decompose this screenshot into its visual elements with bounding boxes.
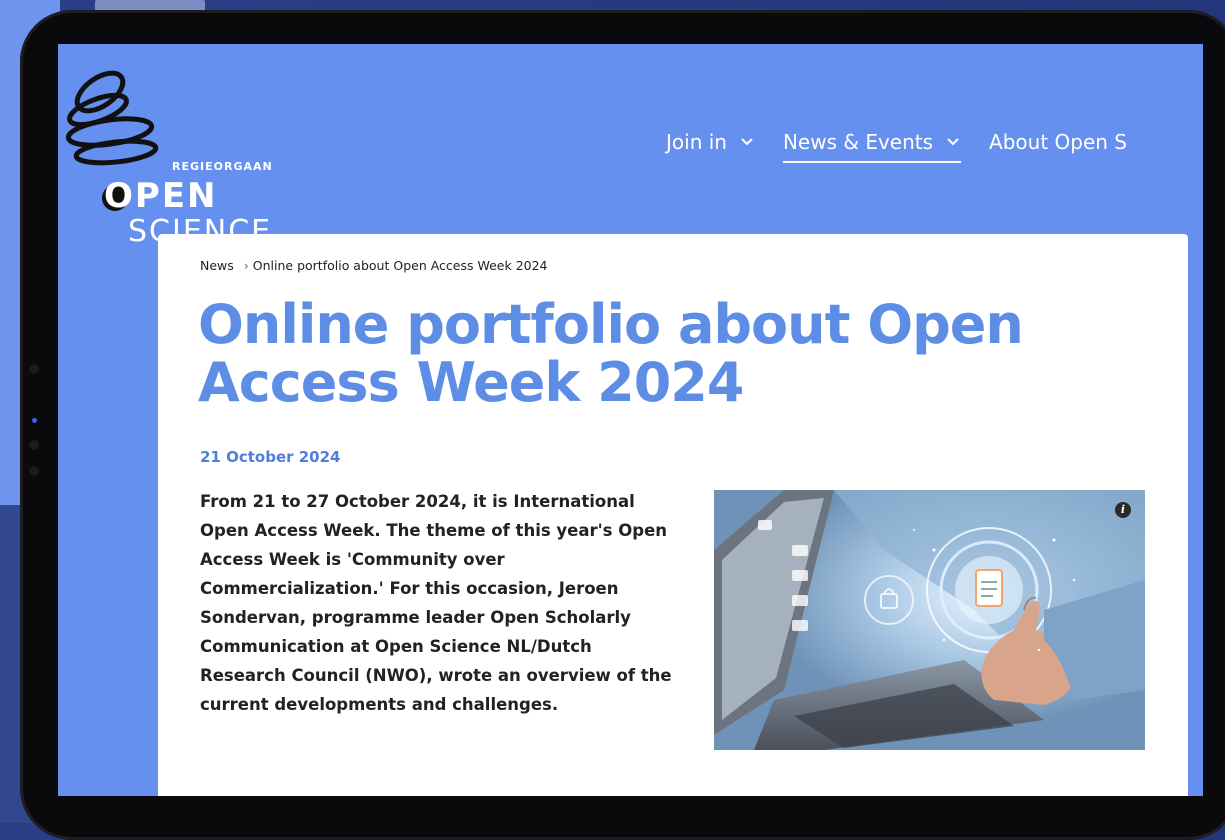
tablet-button [29,364,39,374]
tablet-button [29,466,39,476]
nav-news-events[interactable]: News & Events [782,130,962,163]
nav-label: Join in [666,130,727,154]
main-nav: Join in News & Events About Open S [666,130,1127,163]
article-date: 21 October 2024 [200,448,341,466]
nav-join-in[interactable]: Join in [666,130,753,160]
tablet-button [29,440,39,450]
tablet-screen: REGIEORGAAN OPEN SCIENCE Join in News & … [58,44,1203,796]
logo-swirl-icon [65,70,159,166]
article-image[interactable]: i [714,490,1145,750]
tablet-indicator [32,418,37,423]
nav-about-open-science[interactable]: About Open S [989,130,1127,160]
nav-label: About Open S [989,130,1128,154]
breadcrumb-separator: › [243,258,249,273]
chevron-down-icon [947,138,959,146]
nav-label: News & Events [782,130,934,154]
breadcrumb-current: Online portfolio about Open Access Week … [252,258,548,273]
article-card: News › Online portfolio about Open Acces… [158,234,1188,796]
logo-subtitle: REGIEORGAAN [172,160,273,173]
page-title: Online portfolio about Open Access Week … [198,293,1024,414]
article-photo [714,490,1145,750]
breadcrumb: News › Online portfolio about Open Acces… [200,258,548,273]
info-icon[interactable]: i [1115,502,1131,518]
logo-title[interactable]: OPEN [104,176,218,216]
breadcrumb-news-link[interactable]: News [200,258,234,273]
chevron-down-icon [741,138,753,146]
article-intro: From 21 to 27 October 2024, it is Intern… [200,492,672,714]
